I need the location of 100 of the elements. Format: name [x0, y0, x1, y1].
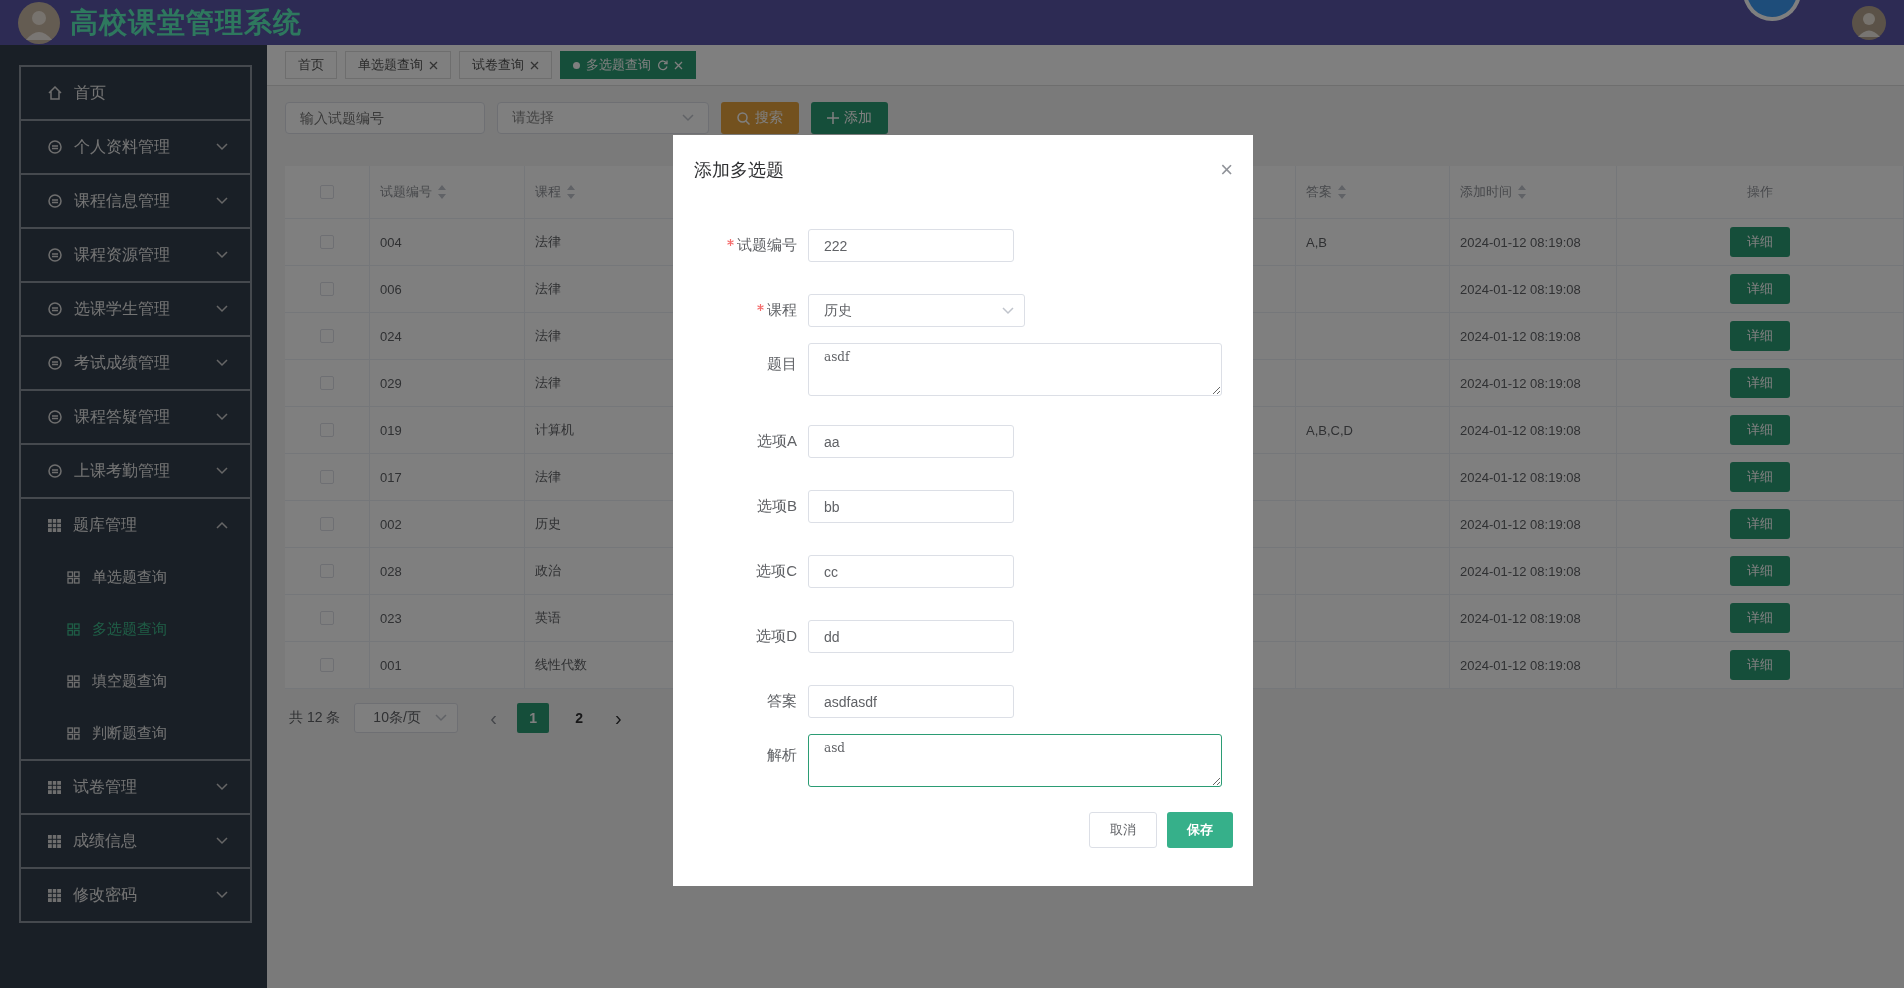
table-cell: 2024-01-12 08:19:08	[1460, 657, 1581, 673]
input-field[interactable]: cc	[808, 555, 1014, 588]
course-select[interactable]: 历史	[808, 294, 1025, 327]
page-size-select[interactable]: 10条/页	[354, 703, 459, 733]
tab[interactable]: 首页	[285, 51, 337, 79]
chevron-down-icon	[216, 837, 228, 845]
grid-icon	[67, 726, 80, 740]
input-field[interactable]: 222	[808, 229, 1014, 262]
circle-icon	[48, 410, 62, 424]
tab[interactable]: 试卷查询	[459, 51, 552, 79]
avatar	[18, 1, 60, 44]
cancel-button[interactable]: 取消	[1089, 812, 1157, 848]
circle-icon	[48, 140, 62, 154]
detail-button[interactable]: 详细	[1730, 368, 1790, 398]
chevron-down-icon	[216, 251, 228, 259]
chevron-down-icon	[435, 714, 448, 722]
table-cell: 法律	[535, 280, 561, 298]
next-page-button[interactable]: ›	[609, 705, 628, 731]
menu-item[interactable]: 个人资料管理	[21, 121, 250, 173]
input-field[interactable]: dd	[808, 620, 1014, 653]
close-icon[interactable]	[429, 60, 438, 70]
input-field[interactable]: asdfasdf	[808, 685, 1014, 718]
table-cell: 004	[380, 234, 402, 250]
page-button[interactable]: 2	[563, 703, 596, 733]
grid-icon	[48, 888, 61, 902]
menu-item[interactable]: 题库管理	[21, 499, 250, 551]
course-select[interactable]: 请选择	[497, 102, 709, 134]
circle-icon	[48, 464, 62, 478]
menu-item[interactable]: 课程信息管理	[21, 175, 250, 227]
field-label: 选项C	[756, 562, 797, 581]
table-cell: 024	[380, 328, 402, 344]
detail-button[interactable]: 详细	[1730, 650, 1790, 680]
tab[interactable]: 单选题查询	[345, 51, 451, 79]
search-icon	[737, 111, 750, 125]
close-button[interactable]: ×	[1220, 157, 1233, 183]
table-cell: 2024-01-12 08:19:08	[1460, 610, 1581, 626]
detail-button[interactable]: 详细	[1730, 556, 1790, 586]
menu-item[interactable]: 课程资源管理	[21, 229, 250, 281]
chevron-down-icon	[1002, 306, 1014, 315]
table-cell: 2024-01-12 08:19:08	[1460, 516, 1581, 532]
chevron-down-icon	[216, 413, 228, 421]
menu-item[interactable]: 试卷管理	[21, 761, 250, 813]
table-cell: 2024-01-12 08:19:08	[1460, 563, 1581, 579]
page-button[interactable]: 1	[517, 703, 550, 733]
table-cell: 政治	[535, 562, 561, 580]
menu-item[interactable]: 成绩信息	[21, 815, 250, 867]
close-icon[interactable]	[530, 60, 539, 70]
chevron-down-icon	[216, 891, 228, 899]
chevron-down-icon	[682, 114, 694, 122]
grid-icon	[48, 834, 61, 848]
table-cell: 历史	[535, 515, 561, 533]
chevron-down-icon	[216, 305, 228, 313]
table-cell: 028	[380, 563, 402, 579]
detail-button[interactable]: 详细	[1730, 603, 1790, 633]
chevron-down-icon	[216, 467, 228, 475]
save-button[interactable]: 保存	[1167, 812, 1233, 848]
home-icon	[48, 86, 62, 100]
table-cell: 线性代数	[535, 656, 587, 674]
tab[interactable]: 多选题查询	[560, 51, 696, 79]
chevron-up-icon	[216, 521, 228, 529]
text-area[interactable]: asd	[808, 734, 1222, 787]
grid-icon	[67, 622, 80, 636]
submenu-item[interactable]: 填空题查询	[21, 655, 250, 707]
input-field[interactable]: aa	[808, 425, 1014, 458]
detail-button[interactable]: 详细	[1730, 227, 1790, 257]
menu-item[interactable]: 首页	[21, 67, 250, 119]
avatar	[1852, 5, 1886, 40]
detail-button[interactable]: 详细	[1730, 415, 1790, 445]
text-area[interactable]: asdf	[808, 343, 1222, 396]
prev-page-button[interactable]: ‹	[484, 705, 504, 731]
menu-item[interactable]: 考试成绩管理	[21, 337, 250, 389]
circle-icon	[48, 356, 62, 370]
circle-icon	[48, 248, 62, 262]
table-cell: 法律	[535, 233, 561, 251]
submenu-item[interactable]: 判断题查询	[21, 707, 250, 759]
table-cell: 法律	[535, 468, 561, 486]
submenu-item[interactable]: 单选题查询	[21, 551, 250, 603]
detail-button[interactable]: 详细	[1730, 321, 1790, 351]
add-button[interactable]: 添加	[811, 102, 888, 134]
field-label: 解析	[767, 746, 797, 765]
detail-button[interactable]: 详细	[1730, 274, 1790, 304]
table-cell: 017	[380, 469, 402, 485]
table-cell: 2024-01-12 08:19:08	[1460, 328, 1581, 344]
input-field[interactable]: bb	[808, 490, 1014, 523]
detail-button[interactable]: 详细	[1730, 509, 1790, 539]
refresh-icon[interactable]	[657, 59, 668, 71]
chevron-down-icon	[216, 197, 228, 205]
menu-item[interactable]: 上课考勤管理	[21, 445, 250, 497]
field-label: 题目	[767, 355, 797, 374]
menu-item[interactable]: 修改密码	[21, 869, 250, 921]
table-cell: 019	[380, 422, 402, 438]
dot-icon	[573, 61, 580, 69]
menu-item[interactable]: 课程答疑管理	[21, 391, 250, 443]
table-cell: 英语	[535, 609, 561, 627]
submenu-item[interactable]: 多选题查询	[21, 603, 250, 655]
circle-icon	[48, 194, 62, 208]
table-cell: 006	[380, 281, 402, 297]
detail-button[interactable]: 详细	[1730, 462, 1790, 492]
menu-item[interactable]: 选课学生管理	[21, 283, 250, 335]
id-search-field[interactable]: 输入试题编号	[285, 102, 485, 134]
